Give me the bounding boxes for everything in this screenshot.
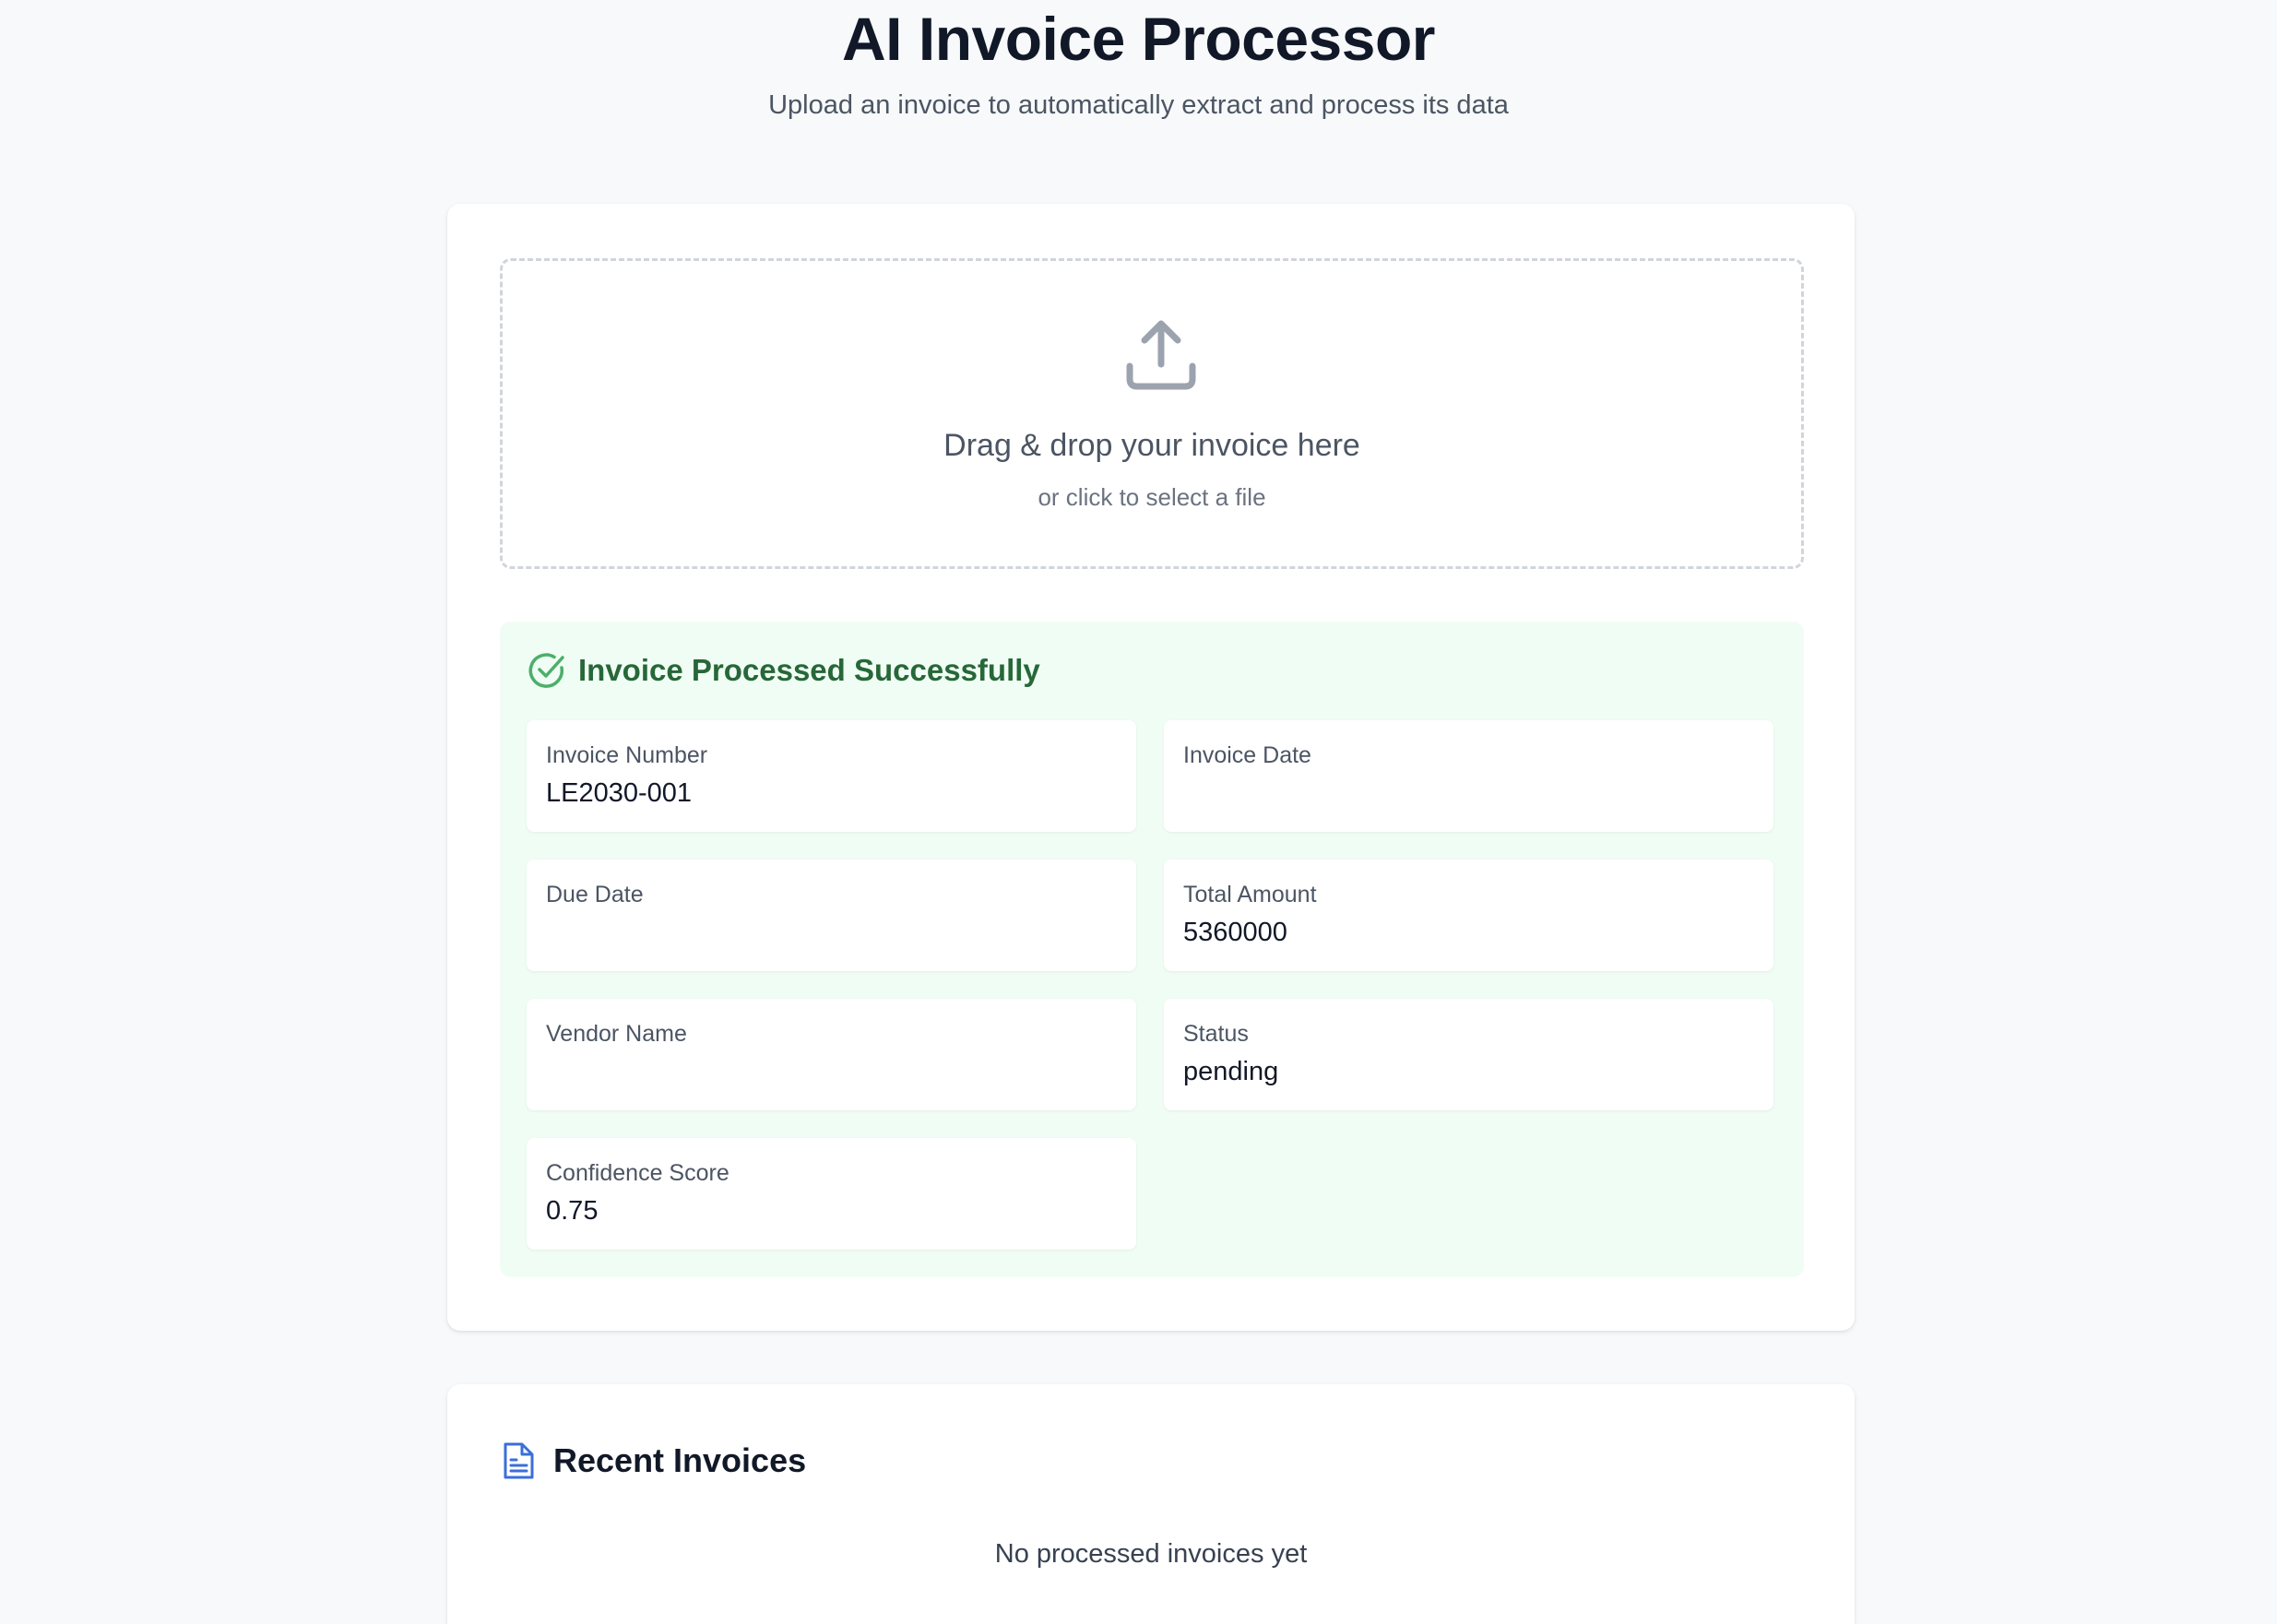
field-label: Status bbox=[1183, 1021, 1249, 1047]
result-header: Invoice Processed Successfully bbox=[527, 649, 1040, 692]
field-value: LE2030-001 bbox=[546, 778, 693, 808]
field-value: 0.75 bbox=[546, 1196, 599, 1226]
field-label: Due Date bbox=[546, 882, 644, 907]
field-invoice-date: Invoice Date bbox=[1164, 720, 1773, 832]
page-title: AI Invoice Processor bbox=[842, 5, 1435, 73]
upload-icon bbox=[1126, 320, 1196, 390]
invoice-dropzone[interactable]: Drag & drop your invoice here or click t… bbox=[500, 258, 1804, 569]
recent-header: Recent Invoices bbox=[500, 1440, 806, 1482]
document-icon bbox=[504, 1442, 534, 1479]
field-label: Total Amount bbox=[1183, 882, 1317, 907]
field-label: Vendor Name bbox=[546, 1021, 687, 1047]
empty-state-text: No processed invoices yet bbox=[994, 1539, 1308, 1569]
field-label: Confidence Score bbox=[546, 1160, 729, 1186]
field-confidence-score: Confidence Score 0.75 bbox=[527, 1138, 1136, 1250]
field-status: Status pending bbox=[1164, 999, 1773, 1110]
recent-title: Recent Invoices bbox=[553, 1441, 807, 1479]
field-label: Invoice Number bbox=[546, 742, 708, 768]
processing-result-panel: Invoice Processed Successfully Invoice N… bbox=[500, 622, 1804, 1277]
dropzone-title: Drag & drop your invoice here bbox=[943, 428, 1360, 463]
recent-invoices-card: Recent Invoices No processed invoices ye… bbox=[447, 1384, 1855, 1624]
result-title: Invoice Processed Successfully bbox=[578, 653, 1040, 687]
check-circle-icon bbox=[528, 653, 564, 688]
field-value: 5360000 bbox=[1183, 918, 1287, 947]
dropzone-subtitle: or click to select a file bbox=[1038, 483, 1266, 511]
field-value: pending bbox=[1183, 1057, 1279, 1086]
field-vendor-name: Vendor Name bbox=[527, 999, 1136, 1110]
upload-card: Drag & drop your invoice here or click t… bbox=[447, 204, 1855, 1331]
field-total-amount: Total Amount 5360000 bbox=[1164, 859, 1773, 971]
field-invoice-number: Invoice Number LE2030-001 bbox=[527, 720, 1136, 832]
field-due-date: Due Date bbox=[527, 859, 1136, 971]
field-label: Invoice Date bbox=[1183, 742, 1311, 768]
page-subtitle: Upload an invoice to automatically extra… bbox=[768, 90, 1509, 120]
